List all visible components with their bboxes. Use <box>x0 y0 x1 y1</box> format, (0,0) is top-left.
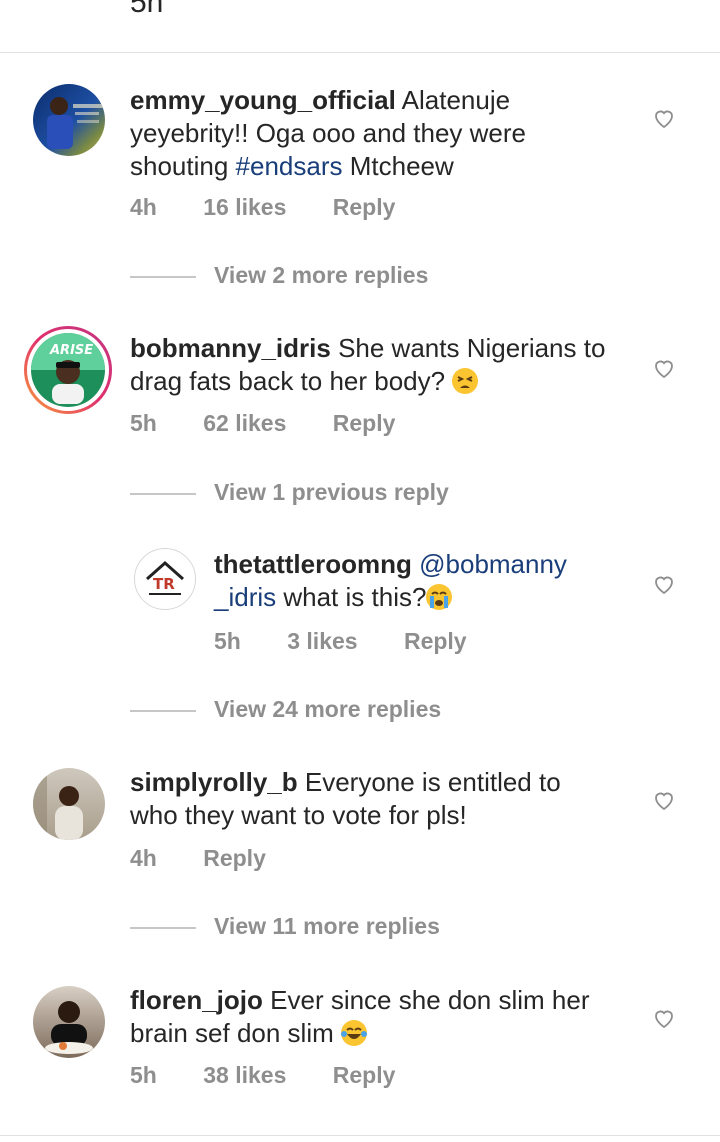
avatar-with-story-ring[interactable]: ARISE <box>24 326 112 414</box>
likes-count[interactable]: 38 likes <box>203 1062 286 1088</box>
view-replies-label: View 11 more replies <box>214 913 440 939</box>
divider-dash <box>130 927 196 929</box>
likes-count[interactable]: 3 likes <box>287 628 357 654</box>
reply-button[interactable]: Reply <box>333 1062 396 1088</box>
avatar-image <box>33 768 83 840</box>
partial-meta-top: 5h <box>130 0 164 19</box>
divider-dash <box>130 493 196 495</box>
reply-button[interactable]: Reply <box>203 845 266 871</box>
divider <box>0 52 720 53</box>
heart-icon[interactable] <box>652 788 676 812</box>
reply-button[interactable]: Reply <box>333 194 396 220</box>
avatar[interactable] <box>33 84 105 156</box>
avatar-image <box>45 1001 93 1054</box>
comment-meta: 4h 16 likes Reply <box>130 194 435 221</box>
comment-text: simplyrolly_b Everyone is entitled to wh… <box>130 766 600 832</box>
comment-text: bobmanny_idris She wants Nigerians to dr… <box>130 332 640 398</box>
likes-count[interactable]: 16 likes <box>203 194 286 220</box>
crying-face-emoji <box>426 584 453 610</box>
view-replies-label: View 2 more replies <box>214 262 429 288</box>
heart-icon[interactable] <box>652 106 676 130</box>
avatar-image <box>47 97 103 149</box>
reply-time: 5h <box>214 628 241 654</box>
laughing-tears-emoji <box>340 1020 367 1046</box>
reply-body: what is this? <box>276 582 427 612</box>
partial-view-replies-bottom: · · · · · · · · · <box>214 1128 414 1135</box>
comment-meta: 4h Reply <box>130 845 306 872</box>
comment-username[interactable]: floren_jojo <box>130 985 263 1015</box>
comment-time: 4h <box>130 194 157 220</box>
avatar-image: ARISE <box>31 333 105 407</box>
divider-dash <box>130 276 196 278</box>
reply-button[interactable]: Reply <box>404 628 467 654</box>
reply-button[interactable]: Reply <box>333 410 396 436</box>
comment-time: 5h <box>130 410 157 436</box>
heart-icon[interactable] <box>652 572 676 596</box>
divider-dash <box>130 710 196 712</box>
reply-meta: 5h 3 likes Reply <box>214 628 507 655</box>
heart-icon[interactable] <box>652 1006 676 1030</box>
comment-username[interactable]: simplyrolly_b <box>130 767 298 797</box>
comment-text: floren_jojo Ever since she don slim her … <box>130 984 630 1050</box>
comment-meta: 5h 38 likes Reply <box>130 1062 435 1089</box>
svg-text:ARISE: ARISE <box>49 343 93 358</box>
svg-text:TR: TR <box>153 575 175 593</box>
reply-text: thetattleroomng @bobmanny _idris what is… <box>214 548 614 614</box>
avatar[interactable] <box>33 768 105 840</box>
comment-username[interactable]: emmy_young_official <box>130 85 396 115</box>
comment-username[interactable]: bobmanny_idris <box>130 333 331 363</box>
comment-meta: 5h 62 likes Reply <box>130 410 435 437</box>
tired-face-emoji <box>452 368 479 394</box>
heart-icon[interactable] <box>652 356 676 380</box>
avatar[interactable]: TR <box>134 548 196 610</box>
divider <box>0 1135 720 1136</box>
avatar[interactable] <box>33 986 105 1058</box>
view-replies-label: View 24 more replies <box>214 696 442 722</box>
comment-time: 5h <box>130 1062 157 1088</box>
comment-body-end: Mtcheew <box>342 151 454 181</box>
view-previous-label: View 1 previous reply <box>214 479 449 505</box>
hashtag-link[interactable]: #endsars <box>236 151 343 181</box>
comment-text: emmy_young_official Alatenuje yeyebrity!… <box>130 84 600 183</box>
likes-count[interactable]: 62 likes <box>203 410 286 436</box>
reply-username[interactable]: thetattleroomng <box>214 549 412 579</box>
tattleroom-logo: TR <box>146 560 184 595</box>
comment-time: 4h <box>130 845 157 871</box>
